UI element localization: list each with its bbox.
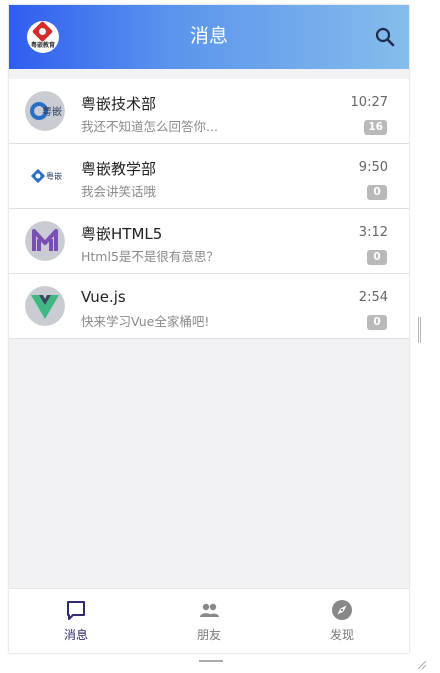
bottom-nav: 消息 朋友 发现 <box>9 588 409 653</box>
chat-preview: 我会讲笑话哦 <box>81 184 157 199</box>
chat-preview: 我还不知道怎么回答你... <box>81 119 218 134</box>
chat-item-vue[interactable]: Vue.js 快来学习Vue全家桶吧! 2:54 0 <box>9 274 409 339</box>
nav-tab-discover[interactable]: 发现 <box>302 599 382 643</box>
chat-preview: Html5是不是很有意思？ <box>81 249 219 264</box>
chat-item-tech[interactable]: 粤嵌 粤嵌技术部 我还不知道怎么回答你... 10:27 16 <box>9 79 409 144</box>
nav-tab-messages[interactable]: 消息 <box>36 599 116 643</box>
nav-tab-friends[interactable]: 朋友 <box>169 599 249 643</box>
nav-tab-label: 消息 <box>63 628 88 642</box>
nav-tab-label: 发现 <box>329 628 354 642</box>
chat-item-html5[interactable]: 粤嵌HTML5 Html5是不是很有意思？ 3:12 0 <box>9 209 409 274</box>
unread-badge: 0 <box>367 315 387 330</box>
unread-badge: 0 <box>367 185 387 200</box>
chat-time: 2:54 <box>358 290 388 305</box>
avatar: 粤嵌 <box>25 156 65 196</box>
chat-time: 9:50 <box>358 160 388 175</box>
app-header: 粤嵌教育 消息 <box>9 5 409 69</box>
chat-name: Vue.js <box>81 288 126 306</box>
search-icon[interactable] <box>373 25 397 49</box>
chat-bubble-icon <box>65 599 87 621</box>
app-window: 粤嵌教育 消息 粤嵌 粤嵌技术部 我还不知道怎么回答你... 10:27 16 … <box>9 5 409 653</box>
nav-tab-label: 朋友 <box>196 628 221 642</box>
avatar-label: 粤嵌 <box>46 171 62 181</box>
compass-icon <box>331 599 353 621</box>
chat-name: 粤嵌技术部 <box>81 95 157 113</box>
chat-name: 粤嵌教学部 <box>81 160 157 178</box>
people-icon <box>198 599 220 621</box>
chat-preview: 快来学习Vue全家桶吧! <box>81 314 210 329</box>
chat-time: 10:27 <box>350 95 388 110</box>
avatar <box>25 286 65 326</box>
bottom-resize-handle[interactable] <box>199 660 223 662</box>
chat-time: 3:12 <box>358 225 388 240</box>
resize-handle[interactable] <box>418 317 421 343</box>
avatar <box>25 221 65 261</box>
avatar: 粤嵌 <box>25 91 65 131</box>
unread-badge: 0 <box>367 250 387 265</box>
unread-badge: 16 <box>364 120 387 135</box>
chat-list: 粤嵌 粤嵌技术部 我还不知道怎么回答你... 10:27 16 粤嵌 粤嵌教学部… <box>9 79 409 339</box>
page-title: 消息 <box>189 25 228 47</box>
corner-grip-icon[interactable] <box>416 654 427 670</box>
chat-name: 粤嵌HTML5 <box>81 225 163 243</box>
chat-item-teach[interactable]: 粤嵌 粤嵌教学部 我会讲笑话哦 9:50 0 <box>9 144 409 209</box>
avatar-label: 粤嵌 <box>42 105 62 118</box>
